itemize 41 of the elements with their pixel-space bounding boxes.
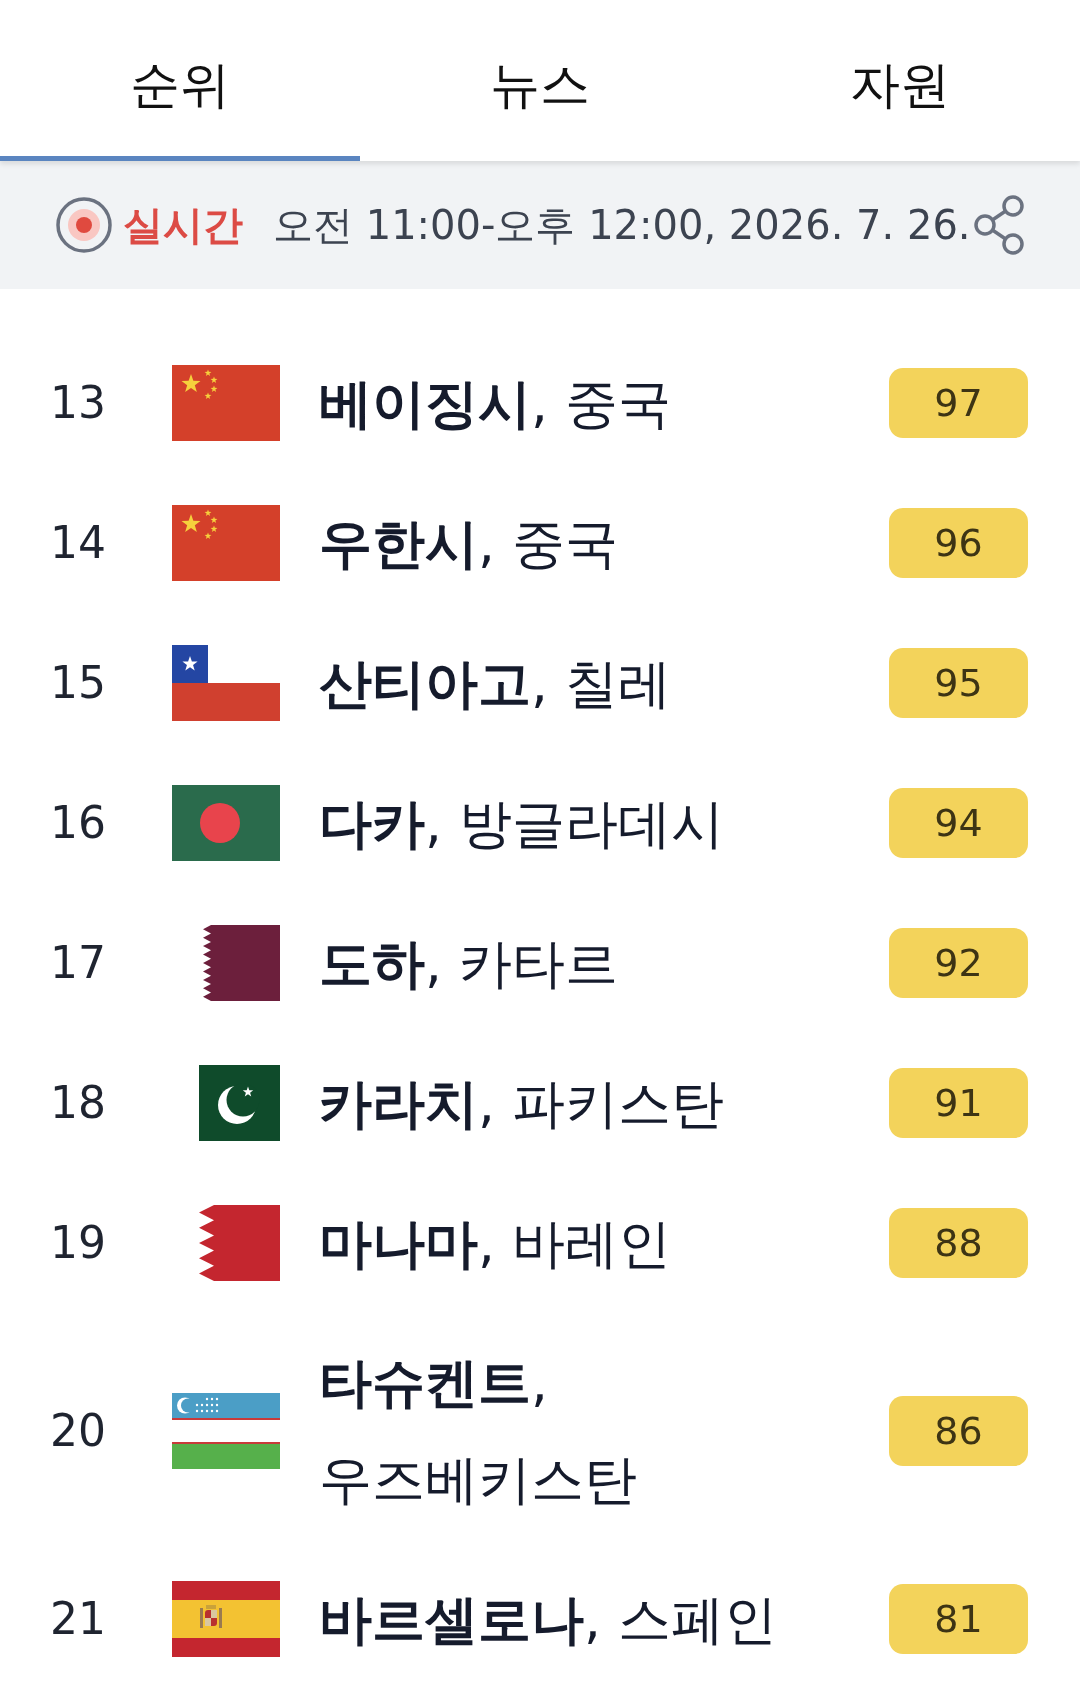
score-badge: 81 (889, 1584, 1028, 1654)
uzbekistan-flag-icon (172, 1393, 280, 1469)
spain-flag-icon (172, 1581, 280, 1657)
rank-number: 13 (50, 377, 106, 428)
city-name: 베이징시, 중국 (319, 372, 671, 434)
city-name: 카라치, 파키스탄 (319, 1072, 724, 1134)
china-flag-icon (172, 505, 280, 581)
score-badge: 95 (889, 648, 1028, 718)
pakistan-flag-icon (199, 1065, 280, 1141)
score-badge: 94 (889, 788, 1028, 858)
rank-number: 18 (50, 1077, 106, 1128)
tab[interactable]: 뉴스 (360, 0, 720, 161)
score-badge: 91 (889, 1068, 1028, 1138)
score-badge: 97 (889, 368, 1028, 438)
score-badge: 86 (889, 1396, 1028, 1466)
city-name: 다카, 방글라데시 (319, 792, 724, 854)
rank-number: 21 (50, 1593, 106, 1644)
city-name: 산티아고, 칠레 (319, 652, 671, 714)
chile-flag-icon (172, 645, 280, 721)
rank-number: 20 (50, 1405, 106, 1456)
score-badge: 88 (889, 1208, 1028, 1278)
city-name: 우한시, 중국 (319, 512, 618, 574)
qatar-flag-icon (203, 925, 280, 1001)
score-badge: 96 (889, 508, 1028, 578)
live-label: 실시간 (123, 201, 243, 250)
tab[interactable]: 자원 (720, 0, 1080, 161)
bangladesh-flag-icon (172, 785, 280, 861)
city-name: 도하, 카타르 (319, 932, 618, 994)
rank-number: 14 (50, 517, 106, 568)
city-name: 타슈켄트, 우즈베키스탄 (319, 1352, 637, 1510)
city-name: 마나마, 바레인 (319, 1212, 671, 1274)
rank-number: 17 (50, 937, 106, 988)
rank-number: 16 (50, 797, 106, 848)
city-name: 바르셀로나, 스페인 (319, 1588, 777, 1650)
china-flag-icon (172, 365, 280, 441)
score-badge: 92 (889, 928, 1028, 998)
rank-number: 15 (50, 657, 106, 708)
live-record-icon (56, 197, 112, 253)
rank-number: 19 (50, 1217, 106, 1268)
bahrain-flag-icon (199, 1205, 280, 1281)
time-range: 오전 11:00-오후 12:00, 2026. 7. 26. (273, 201, 971, 250)
